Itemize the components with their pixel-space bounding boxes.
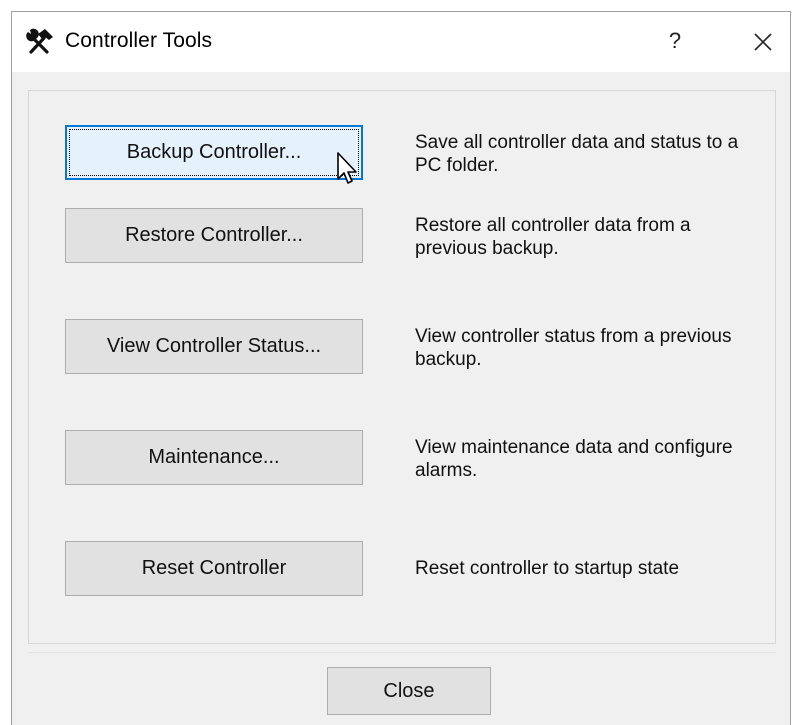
view-controller-status-label: View Controller Status... <box>106 335 322 357</box>
restore-controller-description: Restore all controller data from a previ… <box>415 215 691 259</box>
close-icon <box>754 33 772 51</box>
close-window-button[interactable] <box>746 26 780 58</box>
mouse-pointer-icon <box>336 151 362 189</box>
footer-divider <box>28 652 776 653</box>
backup-controller-button[interactable]: Backup Controller... <box>65 125 363 180</box>
reset-controller-description: Reset controller to startup state <box>415 558 680 579</box>
restore-controller-label: Restore Controller... <box>125 224 303 246</box>
title-bar[interactable]: Controller Tools ? <box>12 12 790 72</box>
view-controller-status-button[interactable]: View Controller Status... <box>65 319 363 374</box>
controller-tools-dialog: Controller Tools ? Backup Controller... … <box>11 11 791 725</box>
close-button-label: Close <box>383 679 435 702</box>
maintenance-button[interactable]: Maintenance... <box>65 430 363 485</box>
maintenance-description: View maintenance data and configure alar… <box>415 437 733 481</box>
restore-controller-button[interactable]: Restore Controller... <box>65 208 363 263</box>
reset-controller-button[interactable]: Reset Controller <box>65 541 363 596</box>
backup-controller-description: Save all controller data and status to a… <box>415 132 739 176</box>
hammer-wrench-icon <box>25 28 55 56</box>
window-title: Controller Tools <box>65 29 213 52</box>
help-button[interactable]: ? <box>660 25 690 57</box>
backup-controller-label: Backup Controller... <box>126 141 302 163</box>
reset-controller-label: Reset Controller <box>141 557 287 579</box>
maintenance-label: Maintenance... <box>148 446 280 468</box>
close-button[interactable]: Close <box>327 667 491 715</box>
view-controller-status-description: View controller status from a previous b… <box>415 326 732 370</box>
